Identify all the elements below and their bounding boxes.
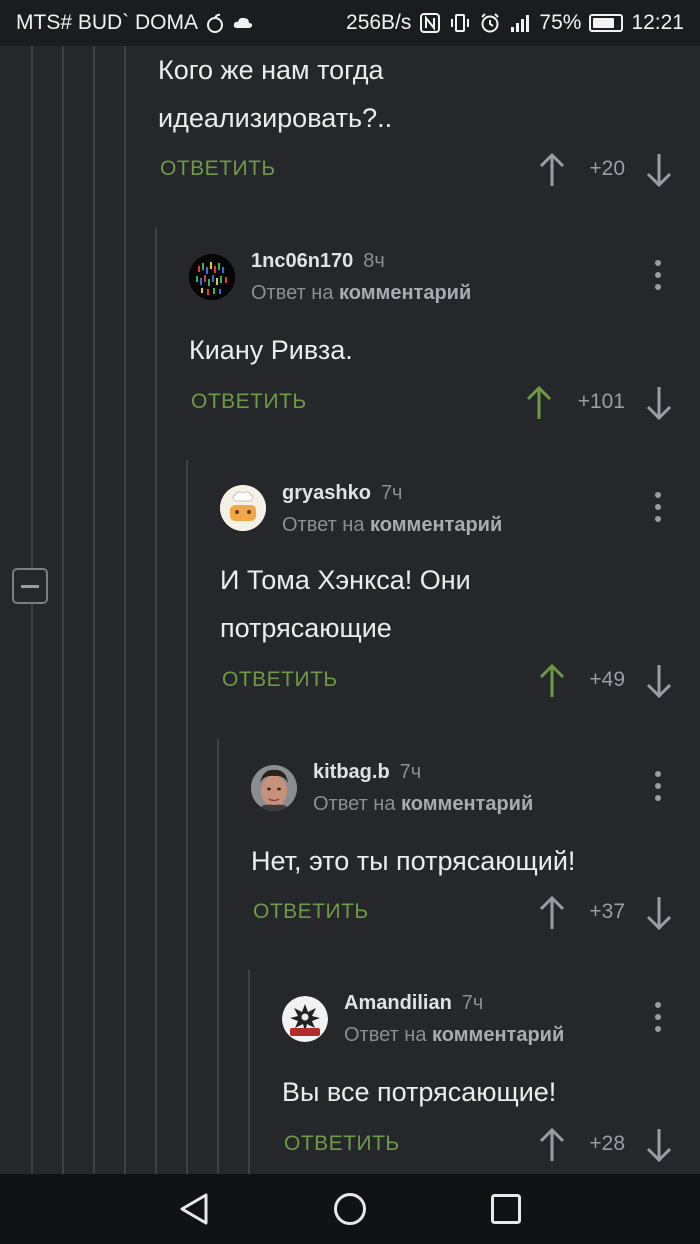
thread-line [155,228,157,1174]
vote-score: +37 [589,900,625,923]
vote-score: +49 [589,668,625,691]
reply-to-line: Ответ на комментарий [313,793,533,816]
nfc-icon [420,13,441,33]
vote-score: +101 [577,390,625,413]
upvote-arrow-icon[interactable] [537,152,567,188]
more-options-icon[interactable] [648,258,668,292]
more-options-icon[interactable] [648,1000,668,1034]
collapse-thread-button[interactable] [12,568,48,604]
reply-to-prefix: Ответ на [251,282,334,304]
comment-author[interactable]: 1nc06n170 8ч [251,250,385,273]
net-speed: 256B/s [346,11,412,34]
comment-time: 7ч [399,761,422,783]
status-bar: MTS# BUD` DOMA 256B/s 75% 12:21 [0,0,700,46]
avatar-matrix-icon [189,254,235,300]
reply-button[interactable]: ОТВЕТИТЬ [160,157,276,181]
reply-to-line: Ответ на комментарий [251,282,471,305]
upvote-arrow-icon[interactable] [537,895,567,931]
thread-line [186,460,188,1174]
more-options-icon[interactable] [648,490,668,524]
comment-text: Вы все потрясающие! [282,1077,557,1107]
downvote-arrow-icon[interactable] [644,385,674,421]
avatar[interactable] [189,254,235,300]
comment-text: Кого же нам тогда идеализировать?.. [158,55,393,133]
comment-author[interactable]: Amandilian 7ч [344,992,483,1015]
author-name[interactable]: kitbag.b [313,761,390,783]
reply-to-line: Ответ на комментарий [282,514,502,537]
comment-author[interactable]: kitbag.b 7ч [313,761,421,784]
reply-to-link[interactable]: комментарий [432,1024,564,1046]
comment-text: И Тома Хэнкса! Они потрясающие [220,565,471,643]
more-options-icon[interactable] [648,769,668,803]
comment-time: 7ч [380,482,403,504]
reply-to-link[interactable]: комментарий [339,282,471,304]
author-name[interactable]: 1nc06n170 [251,250,353,272]
avatar[interactable] [251,765,297,811]
back-icon[interactable] [178,1192,210,1226]
alarm-icon [481,13,500,33]
vibrate-icon [451,14,470,32]
reply-button[interactable]: ОТВЕТИТЬ [191,390,307,414]
reply-button[interactable]: ОТВЕТИТЬ [284,1132,400,1156]
comment-time: 8ч [363,250,385,272]
avatar-emblem-icon [282,996,328,1042]
comment-text: Нет, это ты потрясающий! [251,846,576,876]
comment-4: Amandilian 7ч Ответ на комментарий Вы все… [248,970,700,1174]
carrier-label: MTS# BUD` DOMA [16,11,199,34]
reply-to-prefix: Ответ на [344,1024,427,1046]
navigation-bar [0,1174,700,1244]
avatar-face-icon [251,765,297,811]
reply-to-prefix: Ответ на [282,514,365,536]
cloud-icon [233,17,253,28]
avatar[interactable] [282,996,328,1042]
thread-line [93,46,95,1174]
signal-icon [511,15,530,32]
thread-line [217,739,219,1174]
comment-author[interactable]: gryashko 7ч [282,482,402,505]
battery-icon [589,14,624,32]
recent-apps-icon[interactable] [490,1193,522,1225]
reply-to-link[interactable]: комментарий [401,793,533,815]
avatar[interactable] [220,485,266,531]
author-name[interactable]: gryashko [282,482,371,504]
vote-score: +28 [589,1132,625,1155]
reply-button[interactable]: ОТВЕТИТЬ [253,900,369,924]
vote-score: +20 [589,157,625,180]
downvote-arrow-icon[interactable] [644,1127,674,1163]
reply-to-line: Ответ на комментарий [344,1024,564,1047]
downvote-arrow-icon[interactable] [644,663,674,699]
downvote-arrow-icon[interactable] [644,895,674,931]
author-name[interactable]: Amandilian [344,992,452,1014]
home-icon[interactable] [333,1192,367,1226]
thread-line [31,46,33,1174]
thread-line [124,46,126,1174]
avatar-chef-icon [220,485,266,531]
upvote-arrow-icon[interactable] [537,663,567,699]
reply-to-prefix: Ответ на [313,793,396,815]
thread-line [62,46,64,1174]
upvote-arrow-icon[interactable] [524,385,554,421]
battery-percent: 75% [539,11,582,34]
thread-line [248,970,250,1174]
upvote-arrow-icon[interactable] [537,1127,567,1163]
apple-icon [207,13,224,33]
reply-to-link[interactable]: комментарий [370,514,502,536]
comment-text: Киану Ривза. [189,335,353,365]
clock: 12:21 [631,11,684,34]
comment-time: 7ч [461,992,484,1014]
reply-button[interactable]: ОТВЕТИТЬ [222,668,338,692]
downvote-arrow-icon[interactable] [644,152,674,188]
